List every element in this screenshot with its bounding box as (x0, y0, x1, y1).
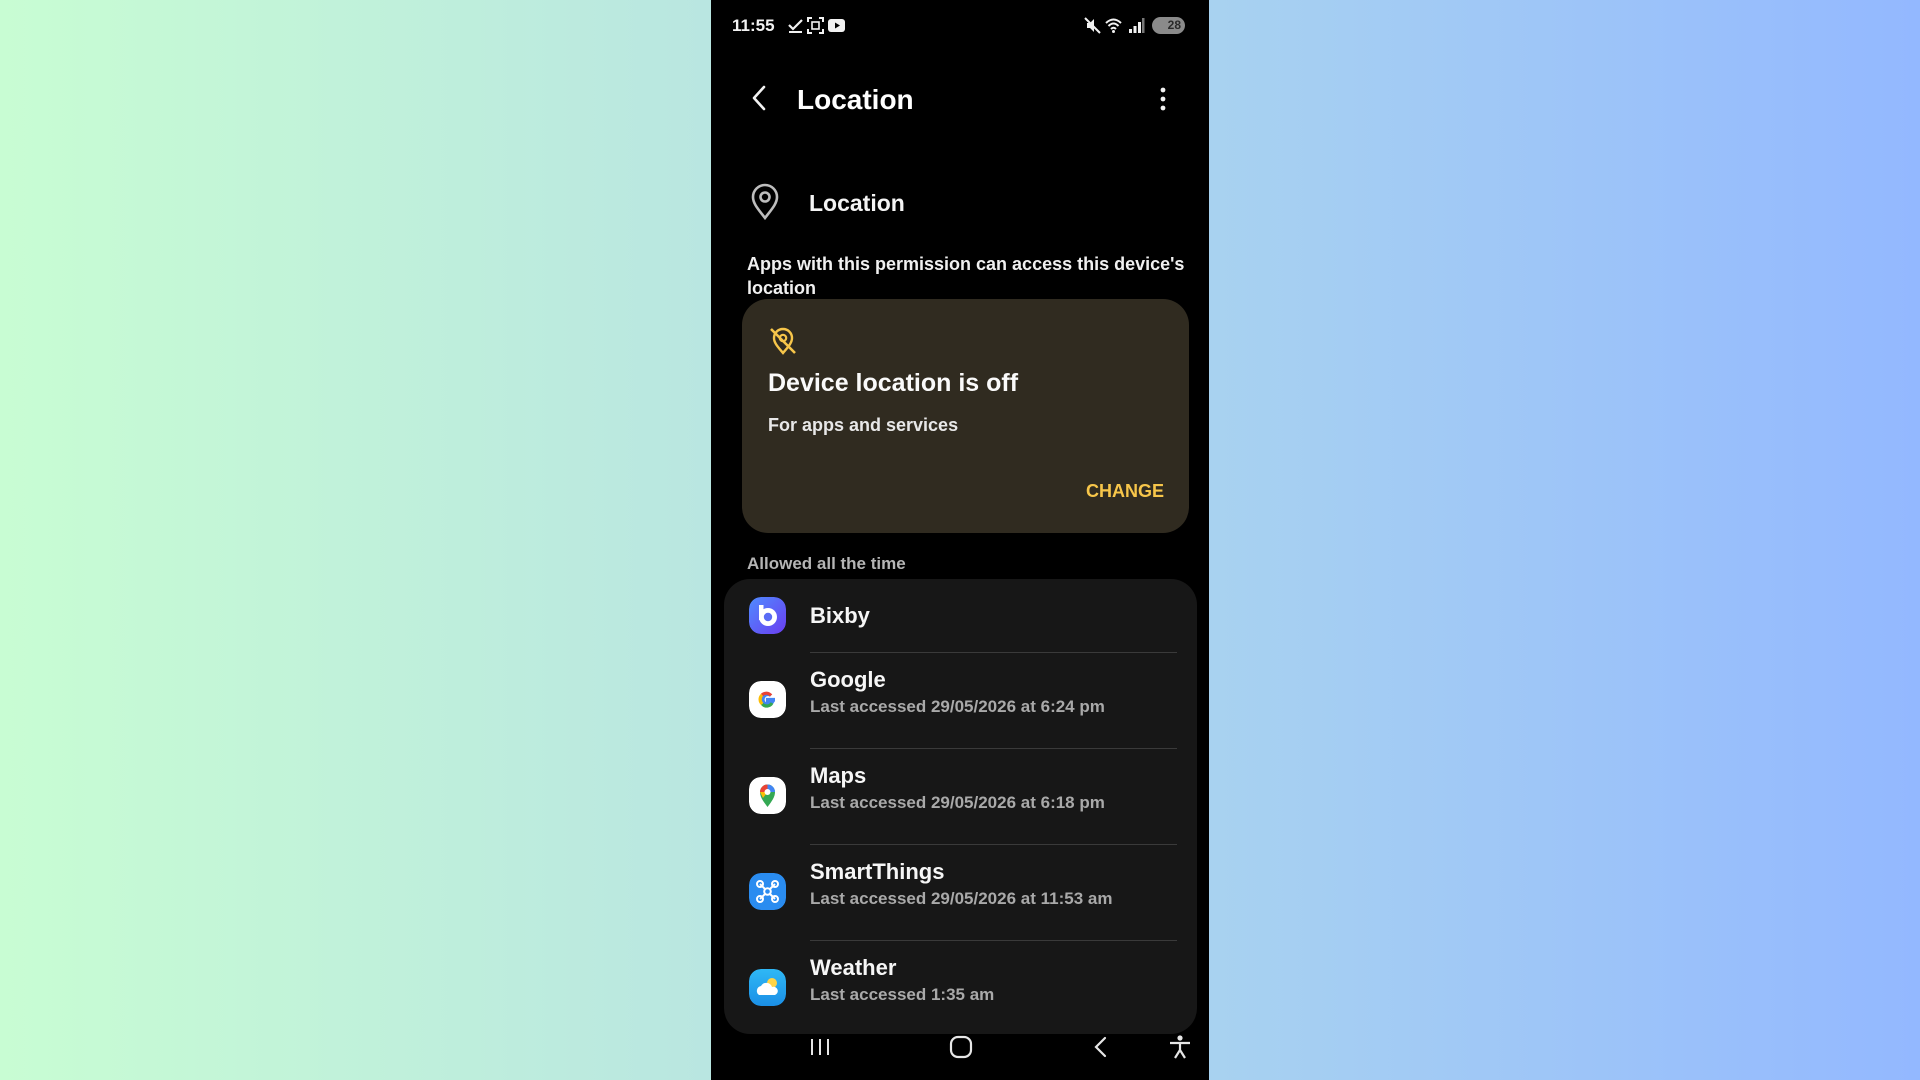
status-time: 11:55 (732, 16, 775, 35)
list-item-google[interactable]: Google Last accessed 29/05/2026 at 6:24 … (724, 653, 1197, 748)
list-item-smartthings[interactable]: SmartThings Last accessed 29/05/2026 at … (724, 845, 1197, 941)
list-item-maps[interactable]: Maps Last accessed 29/05/2026 at 6:18 pm (724, 749, 1197, 845)
bixby-icon (749, 597, 786, 634)
check-icon (788, 19, 803, 33)
app-last-accessed: Last accessed 29/05/2026 at 11:53 am (810, 889, 1113, 908)
location-off-icon (770, 327, 796, 355)
battery-indicator: 28 (1152, 17, 1185, 34)
screenshot-icon (807, 17, 824, 34)
app-name: Google (810, 667, 886, 692)
back-arrow-icon[interactable] (747, 84, 773, 112)
card-subtitle: For apps and services (768, 415, 959, 435)
weather-icon (749, 969, 786, 1006)
home-icon[interactable] (948, 1034, 974, 1060)
app-last-accessed: Last accessed 29/05/2026 at 6:24 pm (810, 697, 1105, 716)
youtube-icon (828, 19, 845, 32)
nav-back-icon[interactable] (1089, 1034, 1113, 1060)
location-off-card: Device location is off For apps and serv… (742, 299, 1189, 533)
card-title: Device location is off (768, 369, 1019, 397)
maps-icon (749, 777, 786, 814)
app-name: SmartThings (810, 859, 945, 884)
list-item-weather[interactable]: Weather Last accessed 1:35 am (724, 941, 1197, 1034)
phone-screen: 11:55 28 Location Location Apps with thi… (711, 0, 1209, 1080)
mute-icon (1084, 17, 1101, 34)
app-name: Maps (810, 763, 867, 788)
app-last-accessed: Last accessed 1:35 am (810, 985, 995, 1004)
change-button[interactable]: CHANGE (1086, 481, 1164, 502)
location-pin-icon (751, 183, 779, 221)
permission-title: Location (809, 190, 905, 216)
permission-description: Apps with this permission can access thi… (747, 254, 1185, 298)
more-options-icon[interactable] (1151, 86, 1175, 112)
wifi-icon (1105, 18, 1122, 33)
app-name: Bixby (810, 603, 870, 628)
list-item-bixby[interactable]: Bixby (724, 579, 1197, 652)
page-title: Location (797, 84, 914, 115)
smartthings-icon (749, 873, 786, 910)
signal-icon (1129, 18, 1145, 33)
app-name: Weather (810, 955, 897, 980)
accessibility-icon[interactable] (1167, 1034, 1193, 1060)
app-last-accessed: Last accessed 29/05/2026 at 6:18 pm (810, 793, 1105, 812)
recents-icon[interactable] (808, 1034, 832, 1060)
app-list: Bixby Google Last accessed 29/05/2026 at… (724, 579, 1197, 1034)
google-icon (749, 681, 786, 718)
section-header: Allowed all the time (747, 554, 906, 573)
